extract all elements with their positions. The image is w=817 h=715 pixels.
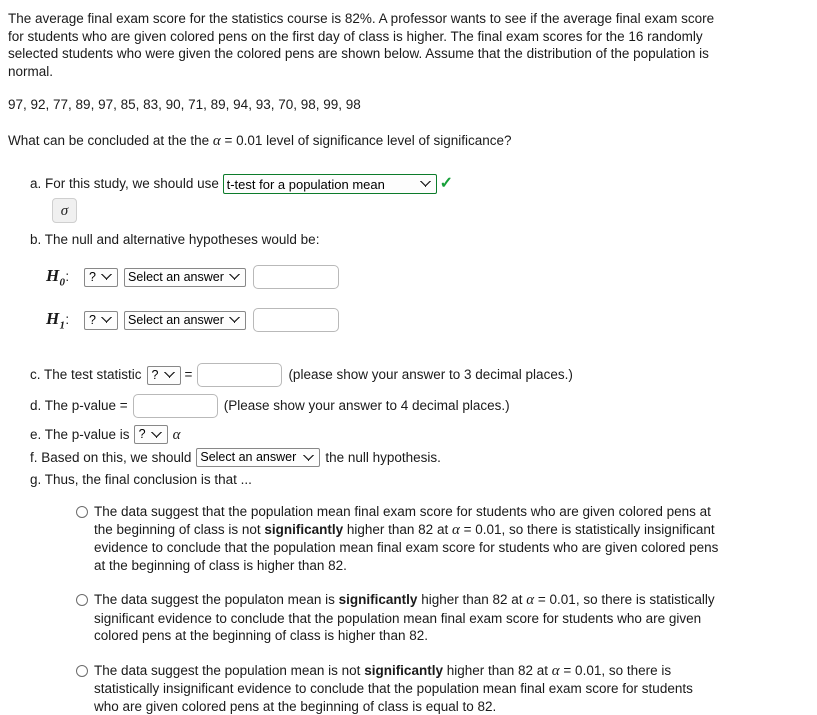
alt-parameter-select[interactable]: ? [84,311,118,330]
part-e: e. The p-value is ? α [30,425,809,444]
problem-page: The average final exam score for the sta… [0,0,817,715]
decision-select[interactable]: Select an answer [196,448,320,467]
p-value-comparison-select[interactable]: ? [134,425,168,444]
part-c-hint: (please show your answer to 3 decimal pl… [288,366,572,384]
alt-hypothesis-row: H1: ? Select an answer [46,307,809,333]
sigma-helper-button[interactable]: σ [52,198,77,223]
problem-statement: The average final exam score for the sta… [8,10,732,80]
question-prefix: What can be concluded at the the [8,133,213,148]
part-a-helper-row: σ [52,198,809,225]
part-d-label: d. The p-value = [30,397,128,415]
conclusion-option-3-text: The data suggest the population mean is … [94,662,721,715]
radio-icon[interactable] [76,506,88,518]
conclusion-options: The data suggest that the population mea… [76,503,809,715]
alt-value-input[interactable] [253,308,339,332]
significance-question: What can be concluded at the the α = 0.0… [8,132,809,151]
test-statistic-equals: = [185,366,193,384]
part-a-label: a. For this study, we should use [30,176,219,191]
conclusion-option-2-text: The data suggest the populaton mean is s… [94,591,721,645]
part-a: a. For this study, we should use t-test … [30,174,809,194]
part-e-alpha-symbol: α [173,426,181,444]
null-parameter-select[interactable]: ? [84,268,118,287]
part-c-label: c. The test statistic [30,366,142,384]
test-statistic-select[interactable]: ? [147,366,181,385]
conclusion-option-1[interactable]: The data suggest that the population mea… [76,503,721,574]
null-hypothesis-label: H0: [46,266,84,288]
correct-check-icon: ✓ [440,175,453,192]
part-f-label-before: f. Based on this, we should [30,449,191,467]
radio-icon[interactable] [76,665,88,677]
part-f-label-after: the null hypothesis. [325,449,441,467]
conclusion-option-3[interactable]: The data suggest the population mean is … [76,662,721,715]
part-d: d. The p-value = (Please show your answe… [30,394,809,418]
part-d-hint: (Please show your answer to 4 decimal pl… [224,397,510,415]
question-suffix: = 0.01 level of significance level of si… [221,133,512,148]
null-operator-select[interactable]: Select an answer [124,268,246,287]
null-value-input[interactable] [253,265,339,289]
part-b-label: b. The null and alternative hypotheses w… [30,231,809,249]
test-statistic-input[interactable] [197,363,282,387]
conclusion-option-2[interactable]: The data suggest the populaton mean is s… [76,591,721,645]
test-type-select[interactable]: t-test for a population mean [223,174,437,194]
sample-data-values: 97, 92, 77, 89, 97, 85, 83, 90, 71, 89, … [8,96,809,114]
part-g-label: g. Thus, the final conclusion is that ..… [30,471,809,489]
alt-operator-select[interactable]: Select an answer [124,311,246,330]
alpha-symbol: α [213,133,221,149]
part-e-label: e. The p-value is [30,426,130,444]
part-f: f. Based on this, we should Select an an… [30,448,809,467]
p-value-input[interactable] [133,394,218,418]
alt-hypothesis-label: H1: [46,309,84,331]
null-hypothesis-row: H0: ? Select an answer [46,264,809,290]
part-c: c. The test statistic ? = (please show y… [30,363,809,387]
conclusion-option-1-text: The data suggest that the population mea… [94,503,721,574]
radio-icon[interactable] [76,594,88,606]
